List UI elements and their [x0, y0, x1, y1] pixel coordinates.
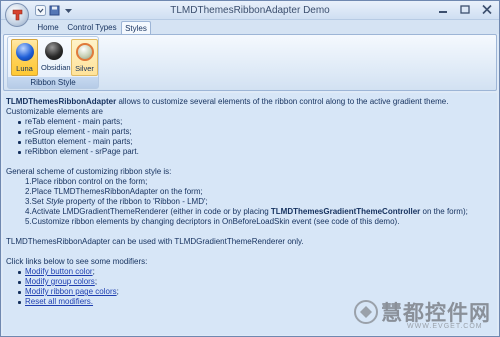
modify-group-colors-link[interactable]: Modify group colors [25, 277, 95, 286]
app-window: TLMDThemesRibbonAdapter Demo Home Contro… [0, 0, 500, 337]
tab-home[interactable]: Home [33, 21, 63, 34]
minimize-icon[interactable] [437, 4, 449, 15]
obsidian-label: Obsidian [41, 63, 71, 72]
element-item: reTab element - main parts; [25, 117, 123, 126]
scheme-step: 2.Place TLMDThemesRibbonAdapter on the f… [25, 187, 203, 196]
step4-text-b: on the form); [420, 207, 468, 216]
bullet-icon [18, 131, 21, 134]
step3-style-word: Style [45, 197, 64, 206]
element-item: reGroup element - main parts; [25, 127, 132, 136]
step3-text-b: property of the ribbon to 'Ribbon - LMD'… [63, 197, 208, 206]
link-suffix: ; [116, 287, 119, 296]
intro-text: allows to customize several elements of … [116, 97, 449, 106]
group-caption: Ribbon Style [8, 77, 98, 88]
bullet-icon [18, 271, 21, 274]
reset-all-modifiers-link[interactable]: Reset all modifiers. [25, 297, 93, 306]
link-item: Reset all modifiers. [25, 297, 93, 307]
customizable-heading: Customizable elements are [6, 107, 103, 116]
bullet-icon [18, 281, 21, 284]
silver-label: Silver [75, 64, 94, 73]
element-item: reButton element - main parts; [25, 137, 133, 146]
maximize-icon[interactable] [459, 4, 471, 15]
step3-text-a: 3.Set [25, 197, 46, 206]
application-menu-button[interactable] [5, 3, 29, 27]
usage-note: TLMDThemesRibbonAdapter can be used with… [6, 237, 304, 246]
window-title: TLMDThemesRibbonAdapter Demo [170, 5, 330, 16]
close-icon[interactable] [481, 4, 493, 15]
scheme-step: 5.Customize ribbon elements by changing … [25, 217, 400, 226]
watermark-url: WWW.EVGET.COM [407, 323, 483, 330]
ribbon-panel: Luna Obsidian Silver Ribbon Style [3, 34, 497, 91]
link-item: Modify group colors; [25, 277, 97, 287]
links-heading: Click links below to see some modifiers: [6, 257, 148, 266]
ribbon-tab-bar: Home Control Types Styles [1, 20, 499, 34]
scheme-heading: General scheme of customizing ribbon sty… [6, 167, 172, 176]
link-suffix: ; [94, 277, 98, 286]
element-item: reRibbon element - srPage part. [25, 147, 139, 156]
bullet-icon [18, 291, 21, 294]
intro-component-name: TLMDThemesRibbonAdapter [6, 97, 117, 106]
bullet-icon [18, 301, 21, 304]
watermark-logo-icon [354, 300, 378, 324]
obsidian-swatch-icon [45, 42, 63, 60]
bullet-icon [18, 151, 21, 154]
app-logo-icon [12, 9, 23, 21]
ribbon-style-group: Luna Obsidian Silver Ribbon Style [7, 36, 99, 89]
modify-button-color-link[interactable]: Modify button color [25, 267, 93, 276]
link-suffix: ; [92, 267, 95, 276]
tab-styles[interactable]: Styles [121, 21, 151, 34]
silver-style-button[interactable]: Silver [71, 39, 98, 76]
intro-paragraph: TLMDThemesRibbonAdapter allows to custom… [6, 97, 448, 107]
modify-ribbon-page-colors-link[interactable]: Modify ribbon page colors [25, 287, 117, 296]
title-bar: TLMDThemesRibbonAdapter Demo [1, 1, 499, 20]
luna-style-button[interactable]: Luna [11, 39, 38, 76]
scheme-step: 1.Place ribbon control on the form; [25, 177, 148, 186]
step4-text-a: 4.Activate LMDGradientThemeRenderer (eit… [25, 207, 271, 216]
silver-swatch-icon [76, 43, 94, 61]
luna-label: Luna [16, 64, 33, 73]
luna-swatch-icon [16, 43, 34, 61]
scheme-step: 3.Set Style property of the ribbon to 'R… [25, 197, 208, 207]
bullet-icon [18, 141, 21, 144]
watermark: 慧都控件网 WWW.EVGET.COM [353, 297, 493, 335]
window-controls [437, 4, 493, 15]
scheme-step: 4.Activate LMDGradientThemeRenderer (eit… [25, 207, 468, 217]
link-item: Modify ribbon page colors; [25, 287, 119, 297]
bullet-icon [18, 121, 21, 124]
step4-controller-name: TLMDThemesGradientThemeController [270, 207, 421, 216]
link-item: Modify button color; [25, 267, 95, 277]
obsidian-style-button[interactable]: Obsidian [41, 39, 71, 76]
tab-control-types[interactable]: Control Types [66, 21, 118, 34]
